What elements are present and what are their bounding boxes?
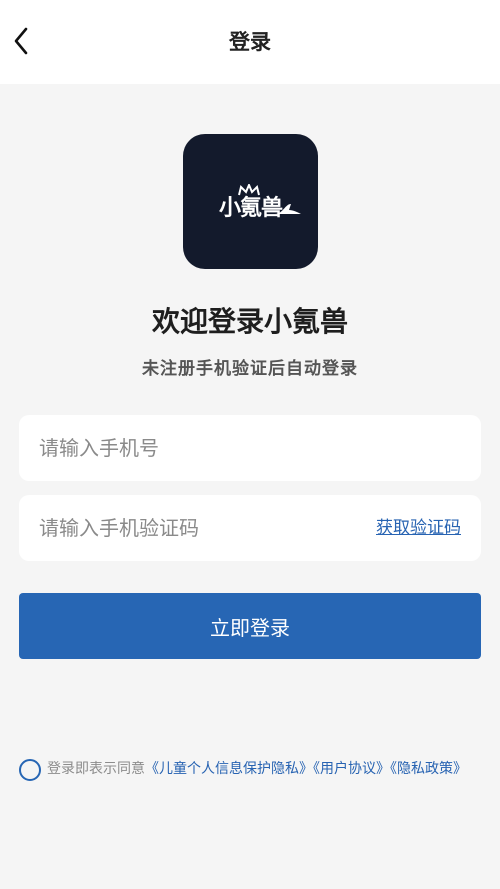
navigation-bar: 登录 — [0, 0, 500, 84]
page-title: 登录 — [229, 30, 271, 54]
agreement-prefix: 登录即表示同意 — [47, 761, 145, 777]
phone-input[interactable] — [39, 415, 359, 481]
get-code-link[interactable]: 获取验证码 — [376, 516, 461, 540]
privacy-policy-link[interactable]: 《隐私政策》 — [390, 761, 467, 777]
user-agreement-link[interactable]: 《用户协议》 — [313, 761, 390, 777]
logo-swoosh-icon — [265, 204, 301, 214]
welcome-title: 欢迎登录小氪兽 — [151, 305, 348, 338]
phone-field — [19, 415, 481, 481]
agreement-checkbox[interactable] — [19, 759, 41, 781]
child-privacy-link[interactable]: 《儿童个人信息保护隐私》 — [145, 761, 313, 777]
welcome-subtitle: 未注册手机验证后自动登录 — [142, 359, 358, 379]
app-logo: 小氪兽 — [183, 134, 318, 269]
code-input[interactable] — [39, 495, 359, 561]
login-button[interactable]: 立即登录 — [19, 593, 481, 659]
agreement-text: 登录即表示同意《儿童个人信息保护隐私》《用户协议》《隐私政策》 — [47, 758, 487, 781]
code-field: 获取验证码 — [19, 495, 481, 561]
